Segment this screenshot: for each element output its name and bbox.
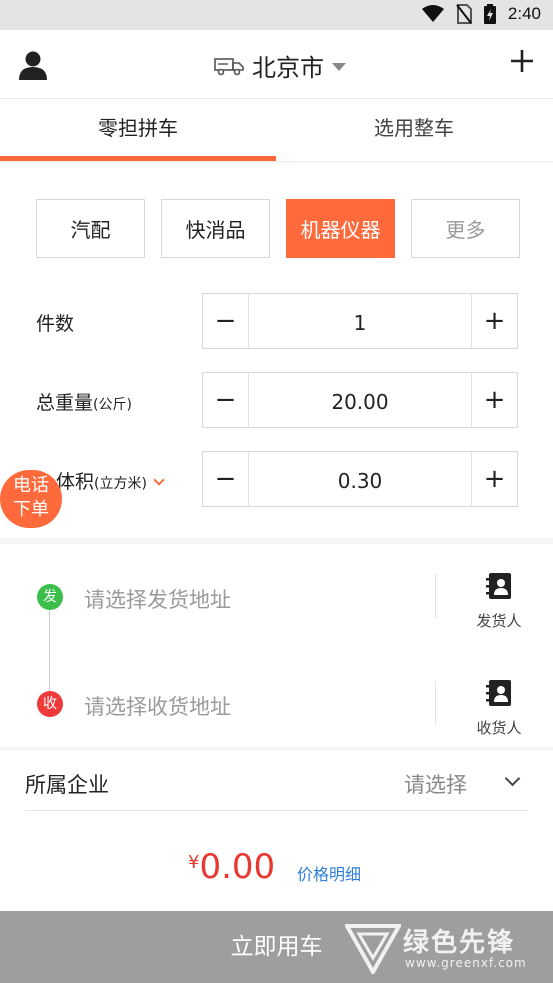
sender-contacts-button[interactable]: 发货人 [468,572,530,631]
count-value[interactable]: 1 [249,294,471,348]
divider [435,574,436,618]
category-list: 汽配 快消品 机器仪器 更多 [36,199,520,258]
volume-value[interactable]: 0.30 [249,452,471,506]
tab-indicator [0,156,276,161]
category-machinery[interactable]: 机器仪器 [286,199,395,258]
volume-unit: (立方米) [94,476,147,492]
watermark-url: www.greenxf.com [405,956,527,970]
price-detail-link[interactable]: 价格明细 [297,861,361,885]
category-fmcg[interactable]: 快消品 [161,199,270,258]
price-display: ¥0.00 [188,847,275,887]
wifi-icon [421,5,444,22]
from-address-input[interactable]: 请选择发货地址 [84,584,231,614]
weight-label: 总重量(公斤) [36,392,132,414]
chevron-down-icon[interactable] [504,770,521,787]
no-sim-icon [456,4,472,24]
company-select[interactable]: 请选择 [404,769,467,799]
company-label: 所属企业 [25,773,109,797]
from-dot: 发 [37,584,63,610]
contact-book-icon [486,573,511,599]
volume-label[interactable]: 体积(立方米) [56,467,165,494]
user-icon[interactable] [18,50,48,80]
chevron-down-icon [153,474,165,486]
volume-stepper: − 0.30 + [202,451,518,507]
city-selector[interactable]: 北京市 [214,48,346,83]
weight-minus-button[interactable]: − [203,373,249,427]
tab-full-truck[interactable]: 选用整车 [276,99,552,162]
receiver-contacts-button[interactable]: 收货人 [468,679,530,738]
weight-stepper: − 20.00 + [202,372,518,428]
weight-unit: (公斤) [93,397,132,413]
to-address-input[interactable]: 请选择收货地址 [84,691,231,721]
mode-tabs: 零担拼车 选用整车 [0,99,553,162]
count-stepper: − 1 + [202,293,518,349]
price-amount: 0.00 [199,847,276,887]
weight-value[interactable]: 20.00 [249,373,471,427]
watermark: 绿色先锋 www.greenxf.com [345,920,545,976]
count-plus-button[interactable]: + [471,294,517,348]
city-name: 北京市 [252,54,324,82]
cargo-form: 汽配 快消品 机器仪器 更多 件数 − 1 + 总重量(公斤) − 20.00 … [0,163,553,538]
category-more[interactable]: 更多 [411,199,520,258]
tab-ltl[interactable]: 零担拼车 [0,99,276,162]
to-dot: 收 [37,691,63,717]
divider [435,681,436,725]
route-connector [49,610,50,702]
divider [25,810,528,811]
top-bar: 北京市 [0,30,553,99]
volume-plus-button[interactable]: + [471,452,517,506]
weight-plus-button[interactable]: + [471,373,517,427]
watermark-logo-icon [345,924,401,974]
company-section: 所属企业 请选择 ¥0.00 价格明细 [0,751,553,911]
clock: 2:40 [507,4,541,23]
caret-down-icon [332,62,346,71]
count-minus-button[interactable]: − [203,294,249,348]
status-bar: 2:40 [0,0,553,30]
watermark-title: 绿色先锋 [403,928,516,958]
battery-icon [483,4,496,24]
phone-order-button[interactable]: 电话 下单 [0,470,62,528]
plus-icon[interactable] [509,48,535,74]
category-auto-parts[interactable]: 汽配 [36,199,145,258]
currency-symbol: ¥ [188,852,200,873]
contact-book-icon [486,680,511,706]
count-label: 件数 [36,313,75,335]
truck-icon [214,57,244,75]
status-icons: 2:40 [421,4,541,24]
volume-minus-button[interactable]: − [203,452,249,506]
address-section: 发 请选择发货地址 发货人 收 请选择收货地址 收货人 [0,544,553,747]
